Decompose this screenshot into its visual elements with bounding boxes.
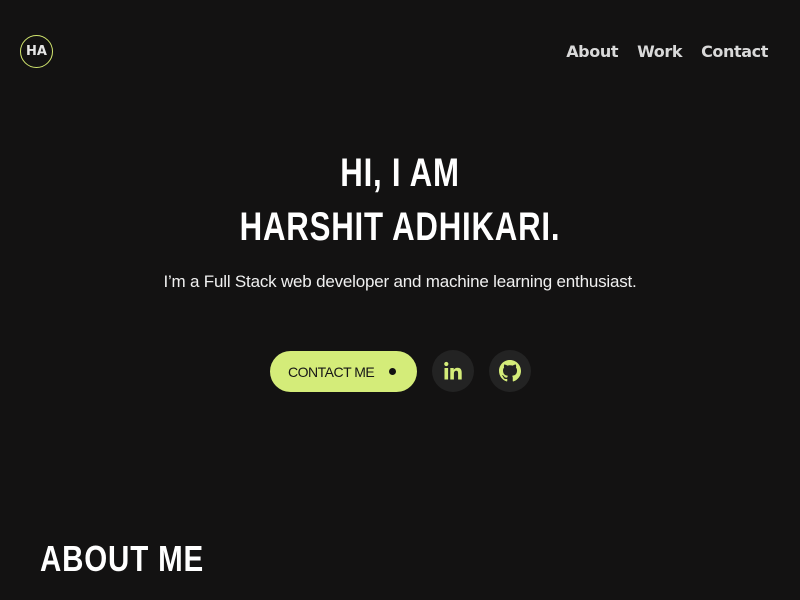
- hero-name: HARSHIT ADHIKARI.: [239, 205, 561, 249]
- nav-contact-link[interactable]: Contact: [701, 42, 768, 61]
- linkedin-icon: [444, 361, 462, 380]
- contact-me-label: CONTACT ME: [288, 363, 375, 380]
- page: HA About Work Contact HI, I AM HARSHIT A…: [0, 0, 800, 600]
- hero-heading: HI, I AM HARSHIT ADHIKARI.: [0, 146, 800, 254]
- dot-icon: [389, 368, 396, 375]
- linkedin-button[interactable]: [432, 350, 474, 392]
- github-icon: [499, 360, 521, 382]
- nav-work-link[interactable]: Work: [637, 42, 682, 61]
- nav-about-link[interactable]: About: [566, 42, 618, 61]
- hero-tagline: I’m a Full Stack web developer and machi…: [163, 272, 637, 291]
- logo[interactable]: HA: [20, 35, 53, 68]
- about-section-title: ABOUT ME: [40, 538, 204, 579]
- contact-me-button[interactable]: CONTACT ME: [270, 351, 417, 392]
- logo-text: HA: [26, 44, 47, 59]
- main-nav: About Work Contact: [566, 42, 768, 61]
- hero-greeting: HI, I AM: [340, 151, 460, 195]
- github-button[interactable]: [489, 350, 531, 392]
